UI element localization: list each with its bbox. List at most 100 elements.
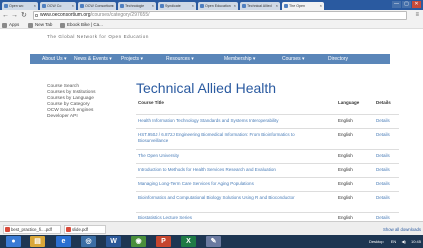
browser-tab-active[interactable]: The Open × [282, 2, 324, 10]
course-language: English [338, 167, 353, 172]
bookmark-new-tab[interactable]: New Tab [28, 21, 52, 29]
browser-tab[interactable]: OCW Consortium × [78, 2, 116, 10]
bookmark-apps[interactable]: Apps [2, 21, 19, 29]
chrome-icon[interactable]: ◉ [131, 236, 146, 247]
internet-explorer-icon[interactable]: e [56, 236, 71, 247]
language-indicator[interactable]: EN [391, 239, 397, 244]
internet-explorer-glyph: e [61, 238, 66, 245]
chrome-glyph: ◉ [135, 238, 142, 245]
excel-icon[interactable]: X [181, 236, 196, 247]
media-player-icon[interactable]: ◎ [81, 236, 96, 247]
course-title-link[interactable]: Biostatistics Lecture Series [138, 215, 310, 221]
start-orb-icon[interactable]: ● [6, 236, 21, 247]
url-path: /courses/category/297655/ [90, 12, 150, 18]
course-language: English [338, 195, 353, 200]
nav-directory[interactable]: Directory [328, 54, 348, 64]
course-language: English [338, 118, 353, 123]
details-link[interactable]: Details [376, 132, 390, 138]
nav-membership[interactable]: Membership ▾ [224, 54, 255, 64]
start-orb-glyph: ● [11, 238, 16, 245]
table-row: The Open University English Details [136, 149, 399, 163]
nav-projects[interactable]: Projects ▾ [121, 54, 143, 64]
browser-tab[interactable]: Open Education × [198, 2, 238, 10]
details-link[interactable]: Details [376, 153, 390, 159]
word-icon[interactable]: W [106, 236, 121, 247]
close-tab-icon[interactable]: × [152, 2, 154, 10]
favicon-icon [120, 4, 124, 8]
page-icon [60, 22, 65, 28]
course-title-link[interactable]: Managing Long-Term Care Services for Agi… [138, 181, 310, 187]
downloads-bar: best_practice_fi....pdf slide.pdf Show a… [0, 221, 423, 235]
file-explorer-glyph: ▤ [34, 238, 41, 245]
maximize-button[interactable]: ▢ [402, 1, 411, 8]
close-tab-icon[interactable]: × [72, 2, 74, 10]
browser-tab[interactable]: OCW Co × [40, 2, 76, 10]
column-header-title: Course Title [138, 100, 164, 105]
details-link[interactable]: Details [376, 118, 390, 124]
download-item[interactable]: slide.pdf [64, 225, 106, 234]
table-row: Introduction to Methods for Health Servi… [136, 163, 399, 177]
close-tab-icon[interactable]: × [276, 2, 278, 10]
powerpoint-icon[interactable]: P [156, 236, 171, 247]
table-header-row: Course Title Language Details [136, 100, 399, 109]
course-title-link[interactable]: Health Information Technology Standards … [138, 118, 310, 124]
menu-icon[interactable]: ≡ [415, 12, 419, 18]
close-tab-icon[interactable]: × [234, 2, 236, 10]
nav-about-us[interactable]: About Us ▾ [42, 54, 66, 64]
windows-taskbar: ● ▤ e ◎ W ◉ P X ✎ Desktop EN ◀) 10:45 [0, 235, 423, 248]
forward-arrow-icon[interactable]: → [11, 11, 18, 20]
course-title-link[interactable]: Introduction to Methods for Health Servi… [138, 167, 310, 173]
main-navigation: About Us ▾ News & Events ▾ Projects ▾ Re… [30, 54, 390, 64]
details-link[interactable]: Details [376, 181, 390, 187]
file-explorer-icon[interactable]: ▤ [30, 236, 45, 247]
browser-tab[interactable]: Syndicate × [158, 2, 196, 10]
close-tab-icon[interactable]: × [112, 2, 114, 10]
site-header [0, 29, 423, 49]
close-window-button[interactable]: ✕ [412, 1, 421, 8]
page-info-icon[interactable] [35, 14, 38, 17]
tab-bar: Open wo × OCW Co × OCW Consortium × Technol… [0, 0, 423, 10]
back-arrow-icon[interactable]: ← [2, 11, 9, 20]
details-link[interactable]: Details [376, 167, 390, 173]
close-tab-icon[interactable]: × [192, 2, 194, 10]
minimize-button[interactable]: — [392, 1, 401, 8]
favicon-icon [200, 4, 204, 8]
course-language: English [338, 215, 353, 220]
bookmark-ebook[interactable]: Ebook Bike | Ca... [60, 21, 103, 29]
close-tab-icon[interactable]: × [320, 2, 322, 10]
paint-icon[interactable]: ✎ [206, 236, 221, 247]
course-title-link[interactable]: Bioinformatics and Computational Biology… [138, 195, 310, 201]
nav-courses[interactable]: Courses ▾ [282, 54, 305, 64]
page-icon [28, 22, 33, 28]
close-tab-icon[interactable]: × [34, 2, 36, 10]
sidebar-item-developer-api[interactable]: Developer API [47, 114, 132, 120]
nav-news-events[interactable]: News & Events ▾ [74, 54, 112, 64]
table-row: Biostatistics Lecture Series English Det… [136, 212, 399, 221]
favicon-icon [4, 4, 8, 8]
volume-icon[interactable]: ◀) [401, 239, 405, 244]
column-header-language: Language [338, 100, 360, 105]
paint-glyph: ✎ [210, 238, 217, 245]
desktop-label[interactable]: Desktop [369, 239, 384, 244]
favicon-icon [242, 4, 246, 8]
course-language: English [338, 181, 353, 186]
pdf-icon [66, 227, 71, 232]
nav-resources[interactable]: Resources ▾ [166, 54, 194, 64]
show-all-downloads-link[interactable]: Show all downloads [383, 225, 421, 234]
course-language: English [338, 132, 353, 137]
details-link[interactable]: Details [376, 215, 390, 221]
download-item[interactable]: best_practice_fi....pdf [3, 225, 61, 234]
clock[interactable]: 10:45 [411, 239, 421, 244]
column-header-details: Details [376, 100, 391, 105]
system-tray: Desktop EN ◀) 10:45 [369, 235, 421, 248]
browser-tab[interactable]: Technical Allied × [240, 2, 280, 10]
browser-tab[interactable]: Open wo × [2, 2, 38, 10]
details-link[interactable]: Details [376, 195, 390, 201]
course-title-link[interactable]: The Open University [138, 153, 310, 159]
reload-icon[interactable]: ↻ [21, 11, 27, 20]
course-title-link[interactable]: HST.950J / 6.872J Engineering Biomedical… [138, 132, 310, 144]
word-glyph: W [110, 238, 117, 245]
page-title: Technical Allied Health [136, 80, 277, 96]
address-bar[interactable]: www.oeconsortium.org/courses/category/29… [33, 11, 407, 20]
browser-tab[interactable]: Technologie × [118, 2, 156, 10]
